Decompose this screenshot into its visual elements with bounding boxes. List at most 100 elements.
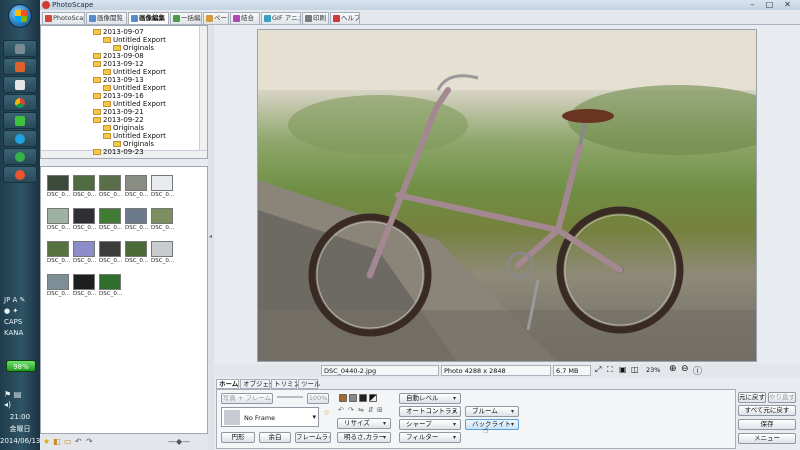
filter-button[interactable]: フィルター xyxy=(399,432,461,443)
tab-4[interactable]: ページ xyxy=(203,12,229,24)
backlight-button[interactable]: バックライト xyxy=(465,419,519,430)
volume-icon[interactable]: ◂) xyxy=(4,400,11,409)
frame-slider[interactable] xyxy=(277,396,303,398)
thumbnail-size-slider[interactable]: —◆— xyxy=(168,437,190,446)
taskbar-app-explorer[interactable] xyxy=(3,40,37,57)
ime-icon[interactable]: ● ✦ xyxy=(4,307,36,318)
taskbar-app-line[interactable] xyxy=(3,112,37,129)
auto-level-button[interactable]: 自動レベル xyxy=(399,393,461,404)
system-clock[interactable]: 21:00 金曜日 2014/06/13 xyxy=(0,411,40,447)
tree-item[interactable]: Originals xyxy=(103,124,144,132)
tree-item[interactable]: Untitled Export xyxy=(103,132,166,140)
tree-item[interactable]: 2013-09-23 xyxy=(93,148,144,156)
tree-item[interactable]: 2013-09-13 xyxy=(93,76,144,84)
frame-line-button[interactable]: フレームライン xyxy=(295,432,331,443)
percent-field[interactable]: 100% xyxy=(307,393,329,404)
taskbar-app-chrome[interactable] xyxy=(3,94,37,111)
thumbnail[interactable]: DSC_0... xyxy=(99,175,122,199)
grayscale-icon[interactable] xyxy=(349,394,357,402)
tree-vertical-scrollbar[interactable] xyxy=(199,26,207,150)
negative-icon[interactable] xyxy=(369,394,377,402)
taskbar-app-firefox[interactable] xyxy=(3,58,37,75)
thumbnail[interactable]: DSC_0... xyxy=(125,208,148,232)
round-button[interactable]: 円形 xyxy=(221,432,255,443)
tree-item[interactable]: Untitled Export xyxy=(103,36,166,44)
thumbnail[interactable]: DSC_0... xyxy=(125,241,148,265)
folder-tree[interactable]: 2013-09-07 Untitled Export Originals 2013-0… xyxy=(40,25,208,159)
tree-item[interactable]: Originals xyxy=(113,140,154,148)
bw-icon[interactable] xyxy=(359,394,367,402)
thumbnail[interactable]: DSC_0... xyxy=(151,175,174,199)
undo-button[interactable]: 元に戻す xyxy=(738,392,766,403)
tree-item[interactable]: 2013-09-22 xyxy=(93,116,144,124)
auto-contrast-button[interactable]: オートコントラスト xyxy=(399,406,461,417)
thumbnail[interactable]: DSC_0... xyxy=(99,208,122,232)
undo-all-button[interactable]: すべて元に戻す xyxy=(738,405,796,416)
tree-item[interactable]: Untitled Export xyxy=(103,68,166,76)
zoom-out-icon[interactable]: ⊖ xyxy=(681,364,689,374)
tab-1[interactable]: 画像閲覧 xyxy=(86,12,127,24)
thumbnail[interactable]: DSC_0... xyxy=(47,208,70,232)
actual-size-icon[interactable]: ▣ xyxy=(619,365,627,374)
thumbnail[interactable]: DSC_0... xyxy=(99,241,122,265)
tree-item[interactable]: Originals xyxy=(113,44,154,52)
rotate-right-icon[interactable]: ↷ xyxy=(348,406,354,414)
tab-5[interactable]: 結合 xyxy=(230,12,260,24)
tab-3[interactable]: 一括編集 xyxy=(170,12,202,24)
thumbnail[interactable]: DSC_0... xyxy=(99,274,122,298)
start-button[interactable] xyxy=(8,4,32,28)
tab-object[interactable]: オブジェクト xyxy=(240,379,282,389)
folder-add-icon[interactable]: ◧ xyxy=(53,437,61,446)
taskbar-app-media[interactable] xyxy=(3,76,37,93)
resize-button[interactable]: リサイズ xyxy=(337,418,391,429)
frame-select[interactable]: No Frame ▾ xyxy=(221,407,319,427)
compare-icon[interactable]: ◫ xyxy=(631,365,639,374)
sepia-icon[interactable] xyxy=(339,394,347,402)
tab-6[interactable]: GIF アニメ xyxy=(261,12,301,24)
maximize-button[interactable]: □ xyxy=(761,0,778,9)
folder-icon[interactable]: ▭ xyxy=(64,437,72,446)
forward-icon[interactable]: ↷ xyxy=(86,437,93,446)
rotate-left-icon[interactable]: ↶ xyxy=(338,406,344,414)
flip-icon[interactable]: ⇋ xyxy=(358,406,364,414)
mirror-icon[interactable]: ⊞ xyxy=(377,406,383,414)
tree-item[interactable]: Untitled Export xyxy=(103,100,166,108)
tab-home[interactable]: ホーム xyxy=(216,379,239,389)
flip-vertical-icon[interactable]: ⇵ xyxy=(368,406,374,414)
sharpen-button[interactable]: シャープ xyxy=(399,419,461,430)
tab-8[interactable]: ヘルプ xyxy=(330,12,360,24)
brightness-color-button[interactable]: 明るさ,カラー xyxy=(337,432,391,443)
thumbnail[interactable]: DSC_0... xyxy=(47,175,70,199)
language-icon[interactable]: JP A ✎ xyxy=(4,296,36,307)
margin-button[interactable]: 余白 xyxy=(259,432,291,443)
taskbar-app-skype[interactable] xyxy=(3,130,37,147)
thumbnail[interactable]: DSC_0... xyxy=(151,208,174,232)
battery-indicator[interactable]: 98% xyxy=(6,360,36,372)
taskbar-app-green[interactable] xyxy=(3,148,37,165)
taskbar-app-photoscape[interactable] xyxy=(3,166,37,183)
zoom-in-icon[interactable]: ⊕ xyxy=(669,364,677,374)
network-icon[interactable]: ⚑ ▤ xyxy=(4,390,21,399)
photo-frame-button[interactable]: 写真 + フレーム xyxy=(221,393,273,404)
tree-item[interactable]: 2013-09-08 xyxy=(93,52,144,60)
tab-7[interactable]: 印刷 xyxy=(302,12,329,24)
info-icon[interactable]: ⓘ xyxy=(693,364,702,377)
back-icon[interactable]: ↶ xyxy=(75,437,82,446)
thumbnail[interactable]: DSC_0... xyxy=(73,241,96,265)
close-button[interactable]: ✕ xyxy=(779,0,796,9)
fullscreen-icon[interactable]: ⛶ xyxy=(607,365,613,375)
thumbnail[interactable]: DSC_0... xyxy=(73,208,96,232)
tree-item[interactable]: 2013-09-07 xyxy=(93,28,144,36)
thumbnail[interactable]: DSC_0... xyxy=(151,241,174,265)
thumbnail[interactable]: DSC_0... xyxy=(73,175,96,199)
tab-0[interactable]: PhotoScape xyxy=(42,12,85,24)
bloom-button[interactable]: ブルーム xyxy=(465,406,519,417)
tree-item[interactable]: 2013-09-12 xyxy=(93,60,144,68)
tree-item[interactable]: 2013-09-21 xyxy=(93,108,144,116)
thumbnail[interactable]: DSC_0... xyxy=(73,274,96,298)
thumbnail[interactable]: DSC_0... xyxy=(47,241,70,265)
thumbnail[interactable]: DSC_0... xyxy=(47,274,70,298)
redo-button[interactable]: やり直す xyxy=(768,392,796,403)
tree-item[interactable]: 2013-09-16 xyxy=(93,92,144,100)
tree-item[interactable]: Untitled Export xyxy=(103,84,166,92)
